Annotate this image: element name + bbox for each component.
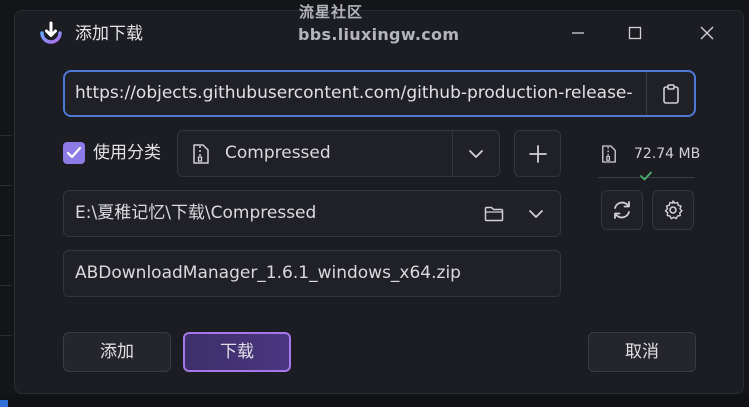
paste-button[interactable] [647,72,694,115]
add-category-button[interactable] [514,130,561,177]
file-size: 72.74 MB [634,146,701,162]
url-input[interactable]: https://objects.githubusercontent.com/gi… [75,72,633,115]
file-name-input[interactable]: ABDownloadManager_1.6.1_windows_x64.zip [75,251,461,296]
minimize-button[interactable] [563,19,593,47]
clipboard-icon [662,83,679,104]
refresh-icon [614,201,630,219]
save-path-history-toggle[interactable] [516,191,556,236]
watermark-url: bbs.liuxingw.com [298,25,460,44]
download-button[interactable]: 下载 [183,332,291,372]
maximize-button[interactable] [620,19,650,47]
category-selected-value: Compressed [225,143,331,163]
close-button[interactable] [692,19,722,47]
gear-icon [664,200,683,220]
maximize-icon [628,26,642,40]
cancel-button[interactable]: 取消 [588,332,696,372]
zip-file-icon [602,145,616,163]
zip-file-icon [193,144,209,164]
save-path-field[interactable]: E:\夏稚记忆\下载\Compressed [63,190,561,237]
close-icon [700,26,714,40]
checkbox-check-icon [66,146,82,159]
minimize-icon [572,32,584,34]
app-logo-icon [40,21,62,44]
plus-icon [528,144,547,163]
category-dropdown-toggle[interactable] [453,131,499,176]
add-download-dialog: 添加下载 流星社区 bbs.liuxingw.com https://objec… [14,3,744,394]
refresh-button[interactable] [601,190,643,230]
background-bottom-strip [0,395,749,407]
check-icon [640,171,652,181]
watermark-title: 流星社区 [299,3,364,21]
folder-icon [484,206,504,221]
window-title: 添加下载 [75,24,143,44]
use-category-checkbox[interactable] [63,142,85,164]
add-button[interactable]: 添加 [63,332,171,372]
file-name-field[interactable]: ABDownloadManager_1.6.1_windows_x64.zip [63,250,561,297]
url-field[interactable]: https://objects.githubusercontent.com/gi… [63,70,696,117]
browse-folder-button[interactable] [474,191,514,236]
use-category-label[interactable]: 使用分类 [93,142,161,164]
category-dropdown[interactable]: Compressed [177,130,500,177]
chevron-down-icon [469,149,483,158]
background-accent-mark [0,400,8,407]
background-edge [0,0,12,407]
chevron-down-icon [529,209,543,218]
settings-button[interactable] [652,190,694,230]
save-path-input[interactable]: E:\夏稚记忆\下载\Compressed [75,191,316,236]
